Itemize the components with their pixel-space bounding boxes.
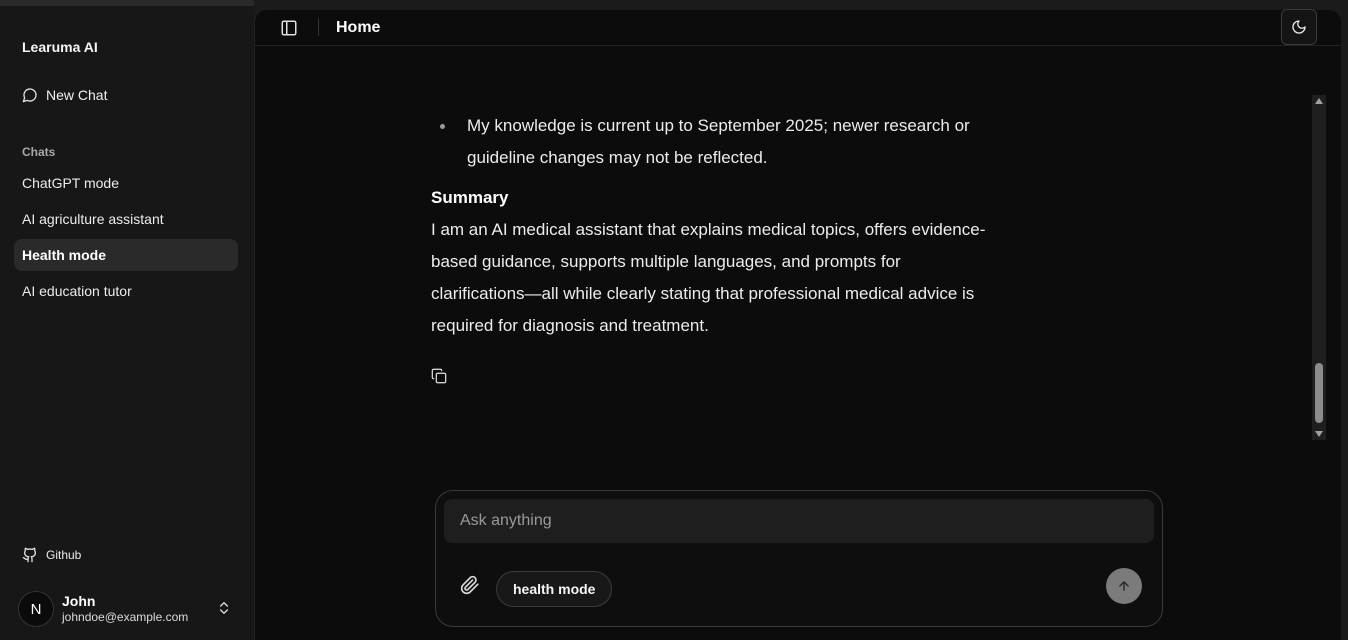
chats-section-label: Chats bbox=[22, 145, 56, 159]
chat-list: ChatGPT mode AI agriculture assistant He… bbox=[14, 167, 238, 311]
chat-item-ai-agriculture-assistant[interactable]: AI agriculture assistant bbox=[14, 203, 238, 235]
user-info: John johndoe@example.com bbox=[62, 593, 188, 625]
scroll-down-arrow-icon[interactable] bbox=[1315, 431, 1323, 437]
github-icon bbox=[22, 547, 37, 563]
bullet-dot bbox=[440, 124, 445, 129]
chevrons-up-down-icon[interactable] bbox=[216, 600, 232, 616]
main-panel: Home My knowledge is current up to Septe… bbox=[254, 9, 1341, 640]
list-item: My knowledge is current up to September … bbox=[431, 110, 991, 174]
user-email: johndoe@example.com bbox=[62, 610, 189, 624]
github-link[interactable]: Github bbox=[14, 542, 238, 568]
theme-toggle-button[interactable] bbox=[1281, 9, 1317, 45]
mode-selector-button[interactable]: health mode bbox=[496, 571, 613, 607]
message-circle-icon bbox=[22, 88, 37, 103]
page-title: Home bbox=[336, 19, 381, 36]
user-name: John bbox=[62, 593, 96, 609]
send-button[interactable] bbox=[1106, 568, 1142, 604]
app-title: Learuma AI bbox=[22, 39, 98, 55]
panel-left-icon[interactable] bbox=[280, 19, 298, 37]
summary-heading: Summary bbox=[431, 188, 509, 207]
scrollbar-thumb[interactable] bbox=[1315, 363, 1323, 423]
header: Home bbox=[255, 9, 1341, 46]
assistant-message: My knowledge is current up to September … bbox=[431, 110, 991, 342]
composer: health mode bbox=[435, 490, 1163, 627]
header-divider bbox=[318, 18, 319, 36]
chat-input[interactable] bbox=[444, 499, 1154, 543]
avatar: N bbox=[18, 591, 54, 627]
scroll-up-arrow-icon[interactable] bbox=[1315, 98, 1323, 104]
chat-item-chatgpt-mode[interactable]: ChatGPT mode bbox=[14, 167, 238, 199]
user-menu[interactable]: N John johndoe@example.com bbox=[18, 590, 244, 628]
new-chat-label: New Chat bbox=[46, 87, 108, 103]
paperclip-icon[interactable] bbox=[460, 575, 480, 595]
new-chat-button[interactable]: New Chat bbox=[14, 81, 238, 109]
chat-item-ai-education-tutor[interactable]: AI education tutor bbox=[14, 275, 238, 307]
arrow-up-icon bbox=[1119, 581, 1129, 591]
summary-text: I am an AI medical assistant that explai… bbox=[431, 220, 986, 335]
bullet-text: My knowledge is current up to September … bbox=[467, 116, 970, 167]
scrollbar[interactable] bbox=[1312, 95, 1326, 440]
sidebar: Learuma AI New Chat Chats ChatGPT mode A… bbox=[0, 0, 254, 640]
copy-icon[interactable] bbox=[431, 368, 447, 384]
github-label: Github bbox=[46, 548, 82, 562]
chat-item-health-mode[interactable]: Health mode bbox=[14, 239, 238, 271]
moon-icon bbox=[1292, 20, 1306, 34]
